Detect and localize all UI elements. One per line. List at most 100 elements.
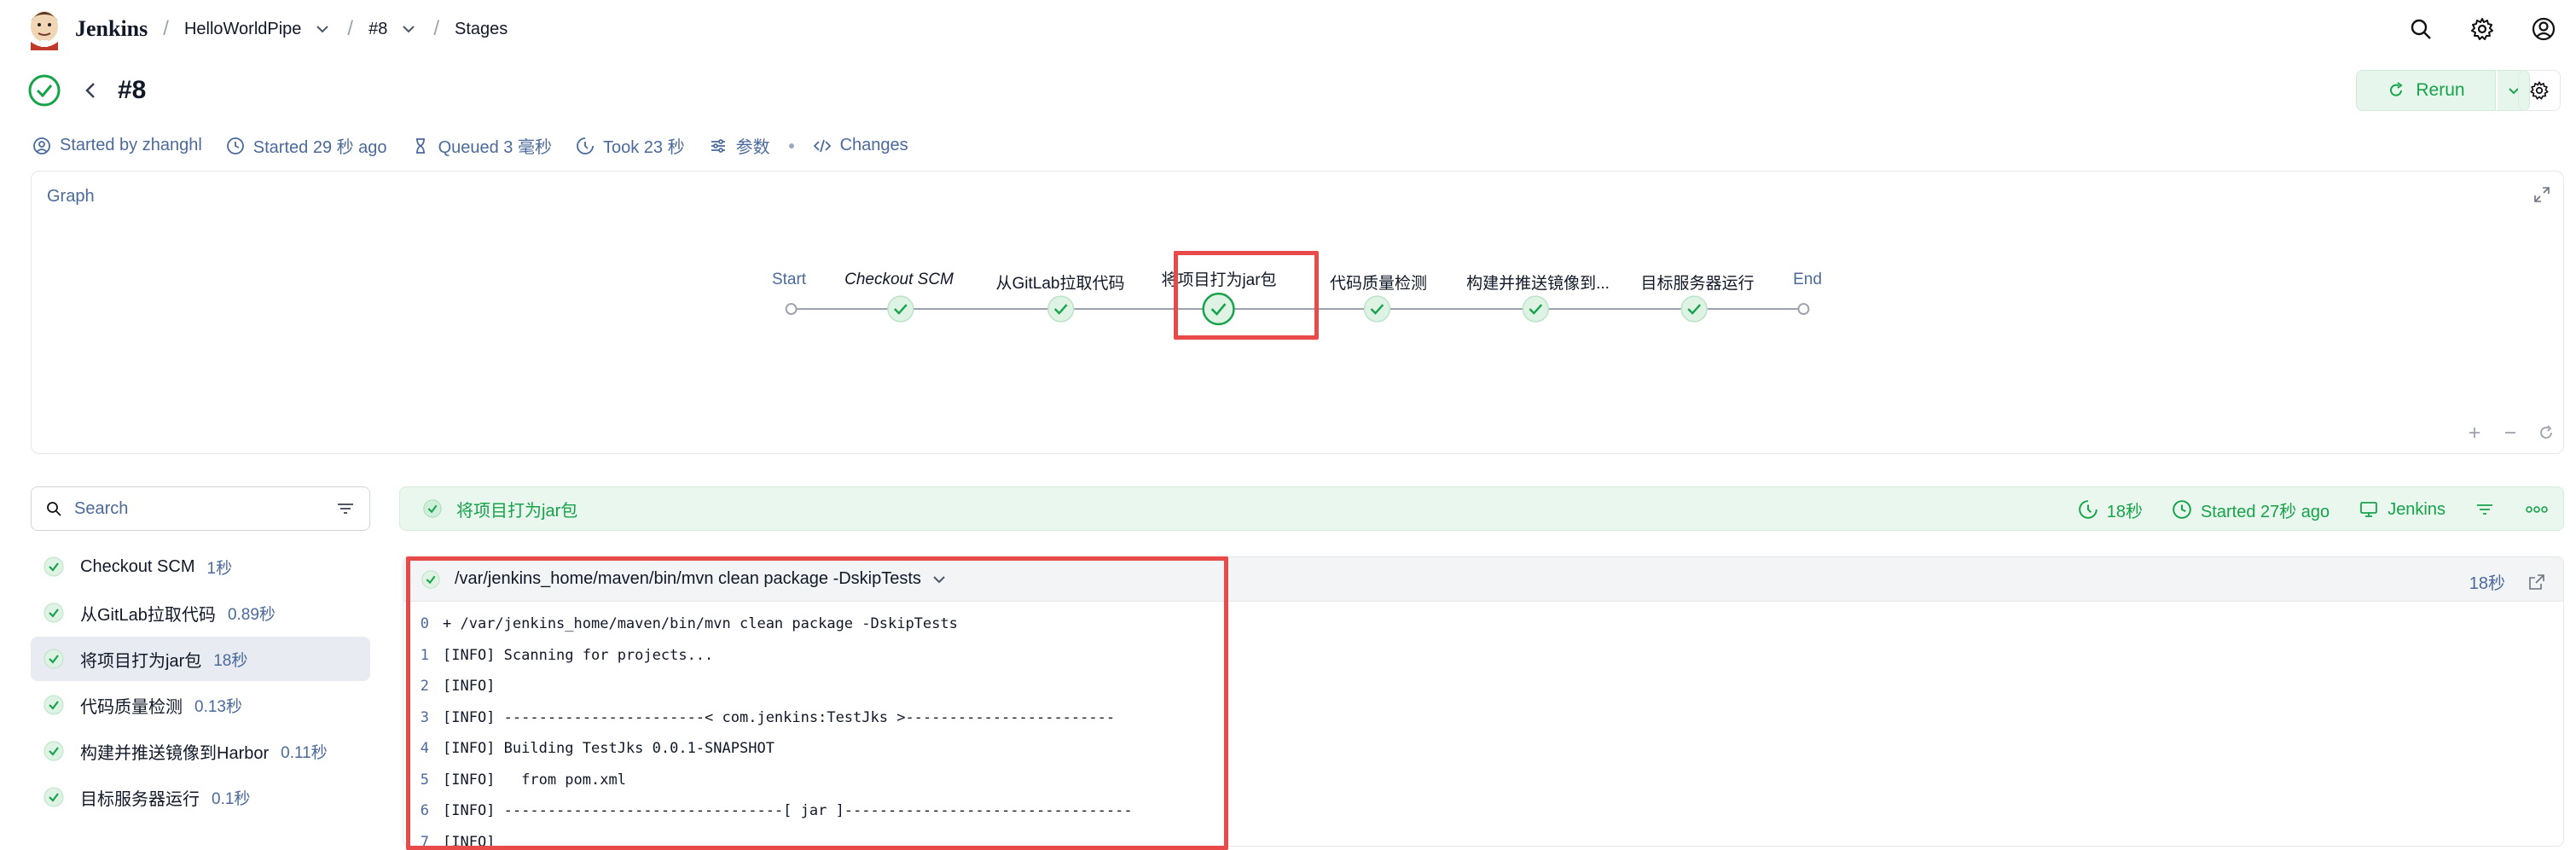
start-node: [785, 303, 798, 315]
clock-icon: [226, 137, 244, 154]
clock-icon: [2173, 500, 2191, 519]
stage-started-group: Started 27秒 ago: [2172, 498, 2329, 522]
log-line: 6 [INFO] --------------------------------…: [403, 795, 2563, 827]
stage-search-input[interactable]: Search: [31, 486, 370, 531]
step-header[interactable]: /var/jenkins_home/maven/bin/mvn clean pa…: [403, 557, 2563, 602]
gear-icon[interactable]: [2469, 15, 2496, 43]
breadcrumb-separator: /: [347, 17, 354, 40]
stage-list-item[interactable]: 从GitLab拉取代码 0.89秒: [31, 591, 370, 635]
user-icon[interactable]: [2530, 15, 2557, 43]
build-meta: Started by zhanghl Started 29 秒 ago Queu…: [32, 133, 932, 158]
stage-duration: 1秒: [206, 559, 233, 578]
stage-node-checkout-scm[interactable]: [887, 295, 914, 323]
parameters-link[interactable]: 参数: [709, 133, 770, 158]
log-line: 3 [INFO] -----------------------< com.jen…: [403, 702, 2563, 734]
stage-name: 构建并推送镜像到Harbor: [80, 743, 270, 763]
sliders-icon: [711, 138, 725, 153]
stage-name: 从GitLab拉取代码: [80, 605, 216, 625]
gear-icon: [2530, 81, 2549, 100]
chevron-down-icon[interactable]: [313, 20, 332, 38]
stage-node-gitlab[interactable]: [1047, 295, 1075, 323]
filter-icon[interactable]: [335, 498, 356, 519]
log-text: [INFO] -----------------------< com.jenk…: [443, 708, 1116, 726]
reset-zoom-icon[interactable]: [2538, 424, 2555, 441]
top-icons: [2407, 15, 2557, 43]
log-text: [INFO]: [443, 678, 496, 696]
stage-duration: 0.1秒: [212, 789, 251, 808]
zoom-out-icon[interactable]: [2502, 424, 2519, 441]
log-text: [INFO]: [443, 833, 496, 847]
chevron-down-icon[interactable]: [399, 20, 418, 38]
success-icon: [44, 787, 64, 807]
more-options-icon[interactable]: [2524, 499, 2550, 520]
top-bar: Jenkins / HelloWorldPipe / #8 / Stages: [0, 0, 2576, 58]
log-line: 4 [INFO] Building TestJks 0.0.1-SNAPSHOT: [403, 733, 2563, 765]
step-meta: 18秒: [2469, 569, 2546, 594]
back-chevron-icon[interactable]: [78, 79, 102, 102]
stage-list-item-selected[interactable]: 将项目打为jar包 18秒: [31, 637, 370, 681]
rerun-button[interactable]: Rerun: [2356, 70, 2496, 111]
stage-agent-link[interactable]: Jenkins: [2358, 499, 2445, 520]
rerun-label: Rerun: [2416, 80, 2465, 100]
log-lines: 0 + /var/jenkins_home/maven/bin/mvn clean…: [403, 602, 2563, 847]
queued-time: Queued 3 毫秒: [411, 133, 552, 158]
hourglass-icon: [415, 137, 425, 154]
chevron-down-icon[interactable]: [930, 570, 949, 589]
jenkins-logo[interactable]: [26, 8, 63, 50]
started-by-text: Started by zhanghl: [60, 136, 202, 154]
params-text: 参数: [735, 138, 770, 157]
step-command: /var/jenkins_home/maven/bin/mvn clean pa…: [455, 569, 921, 588]
zoom-in-icon[interactable]: [2466, 424, 2483, 441]
stage-duration: 0.11秒: [281, 743, 328, 762]
started-by[interactable]: Started by zhanghl: [32, 136, 202, 155]
stage-name: 目标服务器运行: [80, 789, 200, 809]
stage-list-item[interactable]: Checkout SCM 1秒: [31, 544, 370, 589]
log-text: [INFO] Building TestJks 0.0.1-SNAPSHOT: [443, 740, 775, 758]
stage-node-harbor[interactable]: [1522, 295, 1549, 323]
brand-name[interactable]: Jenkins: [75, 16, 148, 42]
node-label-start: Start: [771, 271, 807, 288]
search-icon[interactable]: [2407, 15, 2434, 43]
end-node: [1797, 303, 1810, 315]
stage-detail-header: 将项目打为jar包 18秒 Started 27秒 ago Jenkins: [399, 486, 2564, 531]
started-text: Started 29 秒 ago: [252, 138, 387, 157]
breadcrumb-job[interactable]: HelloWorldPipe: [184, 20, 301, 39]
rerun-group: Rerun: [2356, 70, 2530, 111]
stage-detail-agent: Jenkins: [2387, 499, 2445, 519]
duration: Took 23 秒: [576, 133, 685, 158]
stage-node-quality[interactable]: [1363, 295, 1391, 323]
breadcrumb-stages[interactable]: Stages: [455, 20, 508, 39]
line-number: 7: [420, 833, 429, 847]
stage-detail-started: Started 27秒 ago: [2200, 502, 2330, 521]
refresh-icon: [2390, 82, 2404, 96]
node-label-harbor: 构建并推送镜像到...: [1466, 275, 1610, 293]
breadcrumb-separator: /: [163, 17, 169, 40]
line-number: 5: [420, 771, 429, 789]
stage-name: 代码质量检测: [80, 697, 183, 717]
log-line: 7 [INFO]: [403, 827, 2563, 847]
log-line: 1 [INFO] Scanning for projects...: [403, 640, 2563, 672]
external-link-icon[interactable]: [2527, 573, 2546, 591]
success-icon: [44, 603, 64, 623]
stage-list-item[interactable]: 构建并推送镜像到Harbor 0.11秒: [31, 729, 370, 773]
stage-list-item[interactable]: 目标服务器运行 0.1秒: [31, 775, 370, 819]
build-settings-button[interactable]: [2518, 70, 2561, 111]
changes-link[interactable]: Changes: [813, 136, 908, 155]
separator-dot: [788, 143, 794, 148]
selected-stage-highlight: [1174, 251, 1319, 340]
stage-node-deploy[interactable]: [1680, 295, 1708, 323]
step-duration: 18秒: [2469, 574, 2505, 593]
success-icon: [44, 556, 64, 577]
stage-name: Checkout SCM: [80, 556, 195, 576]
filter-icon[interactable]: [2474, 499, 2495, 520]
breadcrumb-build[interactable]: #8: [368, 20, 387, 39]
log-line: 0 + /var/jenkins_home/maven/bin/mvn clean…: [403, 608, 2563, 640]
changes-text: Changes: [839, 136, 908, 154]
line-number: 1: [420, 646, 429, 664]
stage-list-item[interactable]: 代码质量检测 0.13秒: [31, 683, 370, 727]
node-label-gitlab: 从GitLab拉取代码: [995, 275, 1125, 293]
line-number: 2: [420, 678, 429, 696]
stage-duration: 0.13秒: [194, 697, 242, 716]
line-number: 6: [420, 802, 429, 820]
timer-icon: [577, 137, 594, 154]
